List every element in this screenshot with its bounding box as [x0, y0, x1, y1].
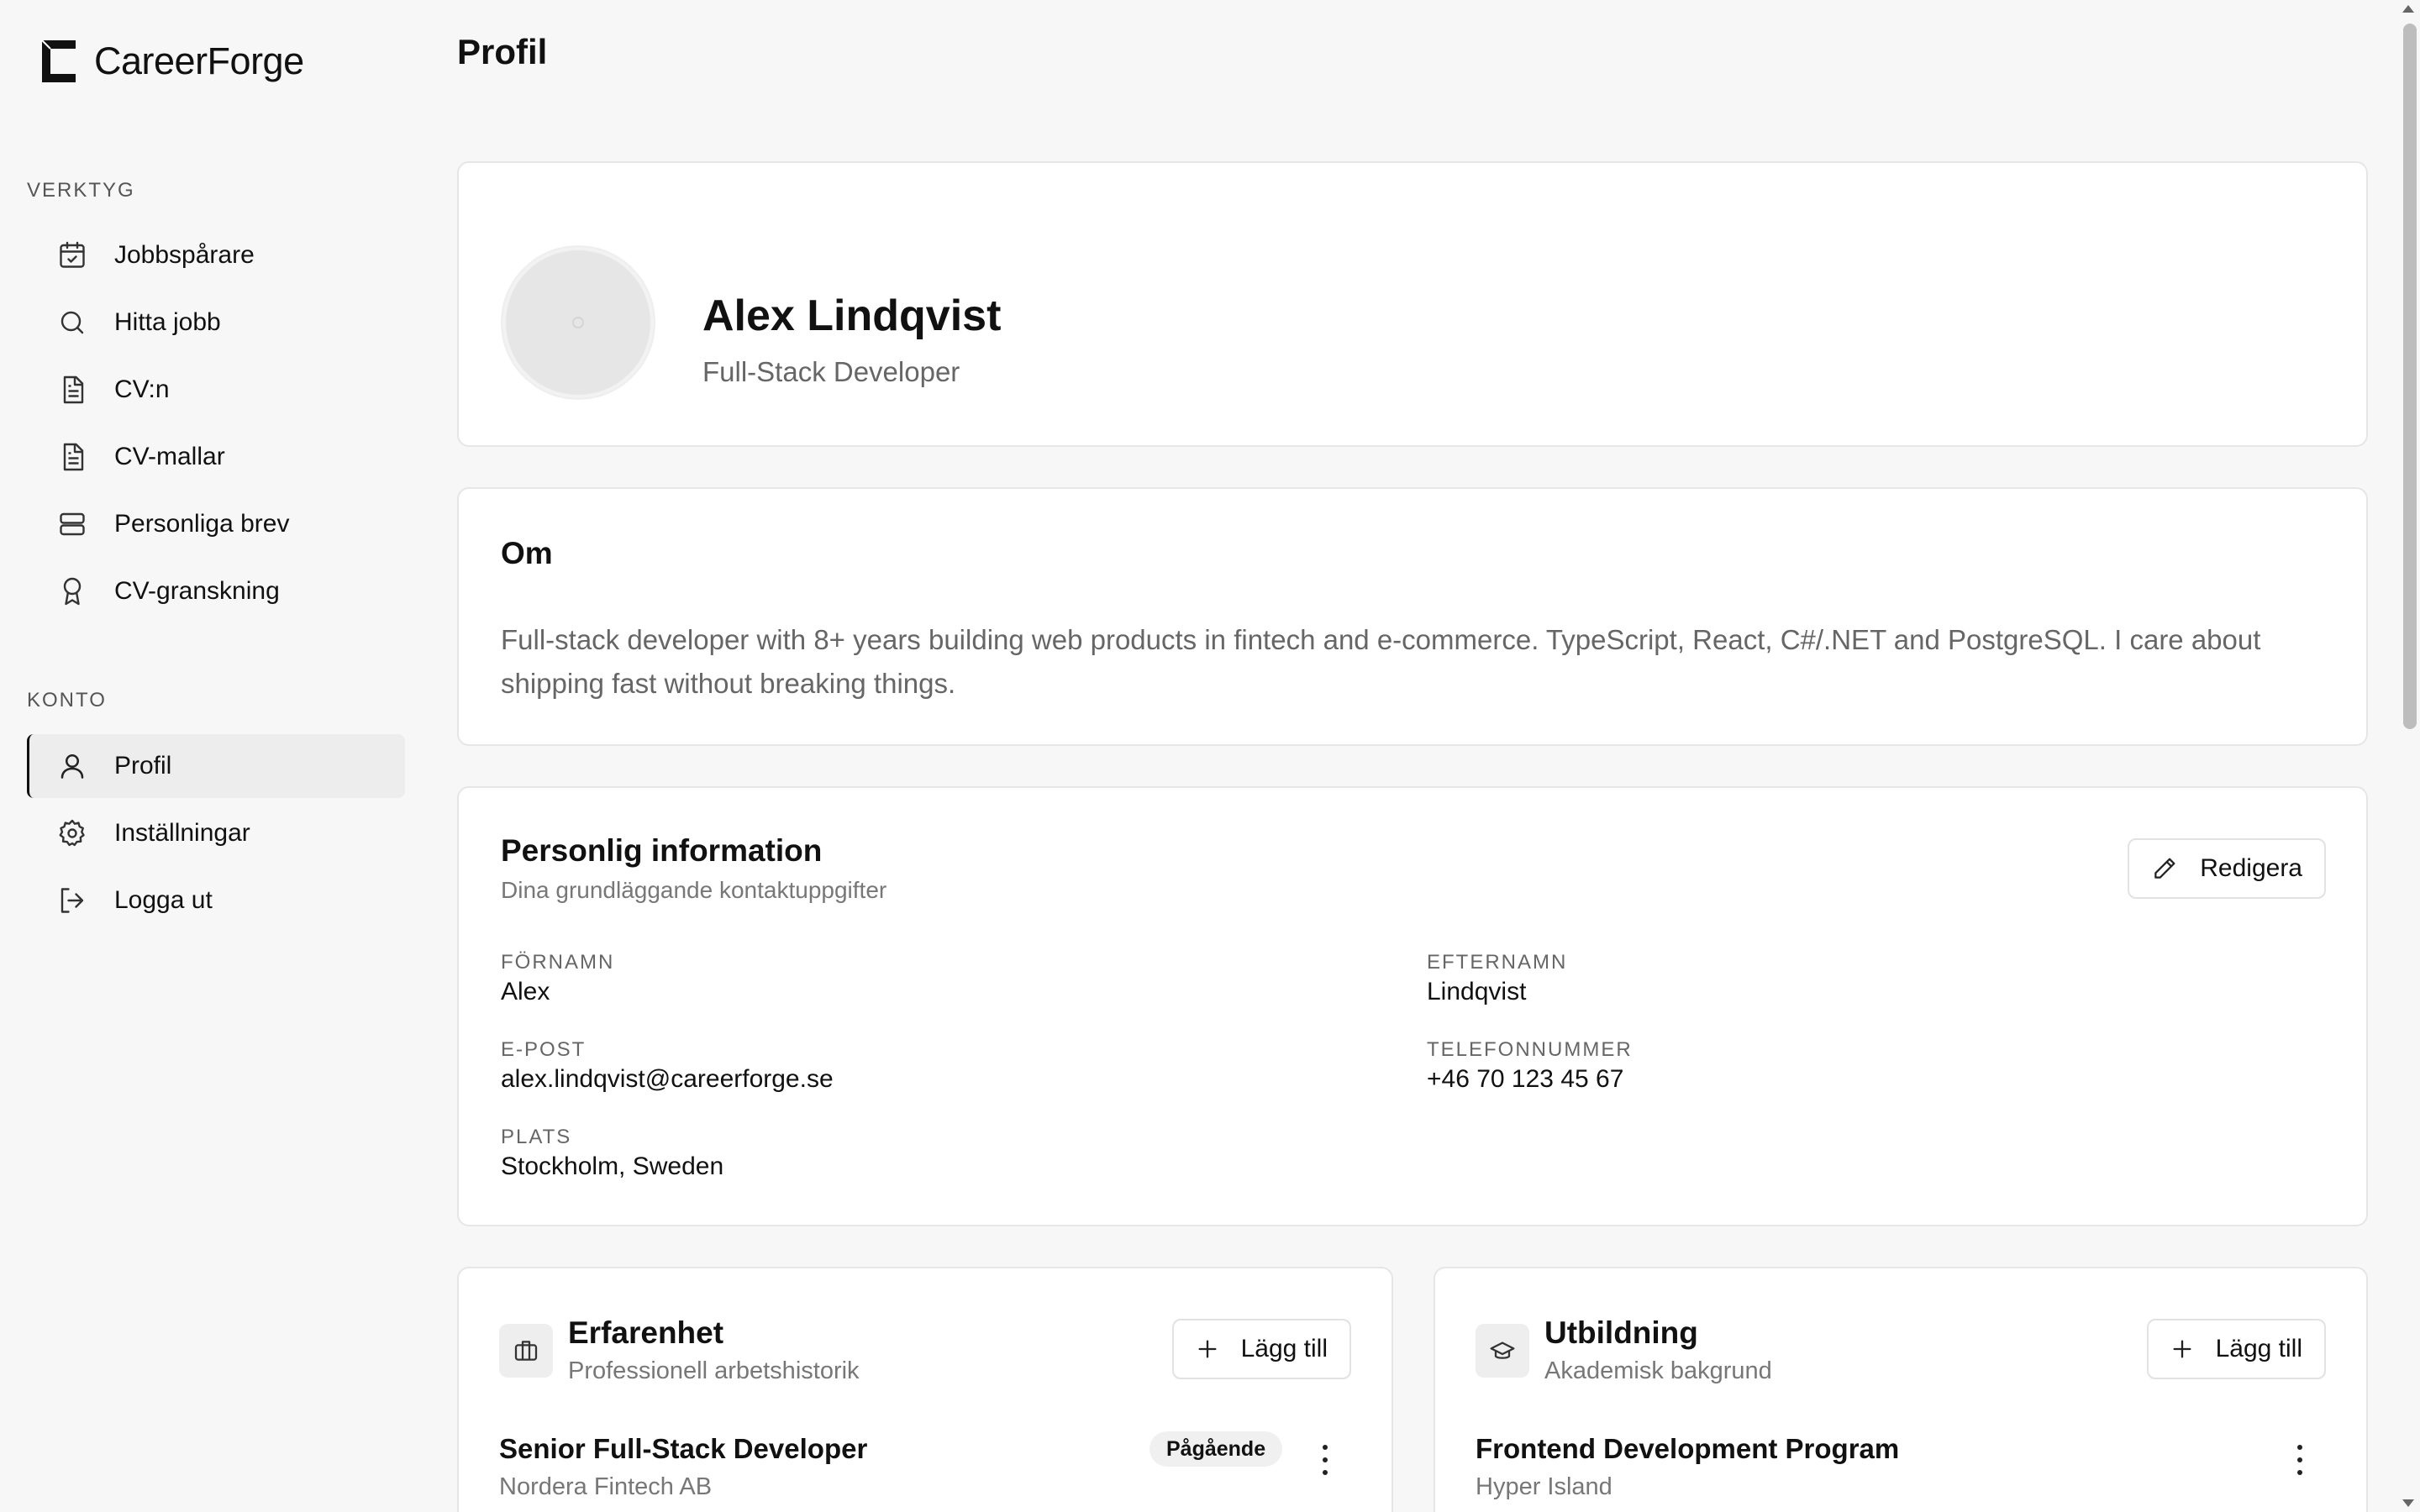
- sidebar-item-cover-letters[interactable]: Personliga brev: [27, 492, 405, 556]
- profile-name: Alex Lindqvist: [702, 291, 1002, 340]
- last-name-value: Lindqvist: [1427, 978, 1527, 1005]
- experience-entry-title: Senior Full-Stack Developer: [499, 1433, 868, 1464]
- scroll-up-icon[interactable]: [2402, 5, 2414, 13]
- user-icon: [55, 749, 89, 783]
- letters-icon: [55, 507, 89, 541]
- edit-button-label: Redigera: [2200, 854, 2302, 882]
- sidebar-item-find-jobs[interactable]: Hitta jobb: [27, 291, 405, 354]
- avatar[interactable]: [502, 247, 654, 398]
- sidebar-item-label: CV-granskning: [114, 577, 280, 605]
- add-experience-button[interactable]: Lägg till: [1171, 1319, 1351, 1379]
- phone-value: +46 70 123 45 67: [1427, 1065, 1624, 1093]
- calendar-check-icon: [55, 239, 89, 272]
- about-title: Om: [501, 536, 553, 570]
- email-label: E-POST: [501, 1038, 587, 1061]
- sidebar-item-label: Jobbspårare: [114, 241, 255, 269]
- graduation-cap-icon: [1476, 1324, 1529, 1378]
- brand-name: CareerForge: [94, 39, 304, 82]
- nav-section-account: KONTO: [27, 689, 107, 711]
- logout-icon: [55, 884, 89, 917]
- about-text: Full-stack developer with 8+ years build…: [501, 624, 2261, 699]
- phone-label: TELEFONNUMMER: [1427, 1038, 1633, 1061]
- location-label: PLATS: [501, 1126, 572, 1148]
- sidebar-item-label: CV:n: [114, 375, 170, 403]
- sidebar-item-label: Personliga brev: [114, 510, 290, 538]
- award-icon: [55, 575, 89, 608]
- education-entry-title: Frontend Development Program: [1476, 1433, 1900, 1464]
- experience-title: Erfarenhet: [568, 1315, 724, 1350]
- email-value: alex.lindqvist@careerforge.se: [501, 1065, 834, 1093]
- sidebar-item-label: Profil: [114, 752, 172, 780]
- experience-subtitle: Professionell arbetshistorik: [568, 1357, 860, 1384]
- experience-card: Erfarenhet Professionell arbetshistorik …: [457, 1267, 1393, 1512]
- sidebar-item-profile[interactable]: Profil: [27, 734, 405, 798]
- first-name-label: FÖRNAMN: [501, 951, 615, 974]
- profile-header-card: Alex Lindqvist Full-Stack Developer: [457, 161, 2368, 447]
- scrollbar-thumb[interactable]: [2403, 24, 2417, 729]
- location-value: Stockholm, Sweden: [501, 1152, 724, 1180]
- brand-logo[interactable]: CareerForge: [39, 37, 304, 86]
- education-entry-school: Hyper Island: [1476, 1473, 1612, 1500]
- sidebar-item-cv-templates[interactable]: CV-mallar: [27, 425, 405, 489]
- gear-icon: [55, 816, 89, 850]
- personal-info-subtitle: Dina grundläggande kontaktuppgifter: [501, 877, 887, 903]
- personal-info-title: Personlig information: [501, 833, 823, 868]
- sidebar: CareerForge VERKTYG Jobbspårare Hitta jo…: [0, 0, 420, 1512]
- sidebar-item-label: Logga ut: [114, 886, 213, 914]
- avatar-placeholder-icon: [572, 317, 584, 328]
- add-experience-label: Lägg till: [1240, 1335, 1328, 1362]
- briefcase-icon: [499, 1324, 553, 1378]
- search-icon: [55, 306, 89, 339]
- sidebar-item-label: CV-mallar: [114, 443, 225, 470]
- profile-role: Full-Stack Developer: [702, 356, 960, 387]
- careerforge-logo-icon: [41, 39, 76, 82]
- sidebar-item-label: Hitta jobb: [114, 308, 221, 336]
- add-education-button[interactable]: Lägg till: [2146, 1319, 2326, 1379]
- sidebar-item-cv-review[interactable]: CV-granskning: [27, 559, 405, 623]
- pencil-icon: [2151, 855, 2178, 882]
- education-subtitle: Akademisk bakgrund: [1544, 1357, 1772, 1384]
- sidebar-item-label: Inställningar: [114, 819, 250, 847]
- page-title: Profil: [457, 32, 548, 71]
- more-options-icon[interactable]: [2296, 1445, 2304, 1475]
- edit-button[interactable]: Redigera: [2128, 838, 2326, 899]
- status-badge: Pågående: [1150, 1431, 1283, 1467]
- document-icon: [55, 440, 89, 474]
- more-options-icon[interactable]: [1321, 1445, 1329, 1475]
- sidebar-item-logout[interactable]: Logga ut: [27, 869, 405, 932]
- personal-info-card: Personlig information Dina grundläggande…: [457, 786, 2368, 1226]
- plus-icon: [1196, 1337, 1219, 1361]
- first-name-value: Alex: [501, 978, 550, 1005]
- sidebar-item-settings[interactable]: Inställningar: [27, 801, 405, 865]
- add-education-label: Lägg till: [2215, 1335, 2302, 1362]
- last-name-label: EFTERNAMN: [1427, 951, 1568, 974]
- document-icon: [55, 373, 89, 407]
- plus-icon: [2170, 1337, 2194, 1361]
- education-card: Utbildning Akademisk bakgrund Lägg till …: [1434, 1267, 2368, 1512]
- sidebar-item-job-tracker[interactable]: Jobbspårare: [27, 223, 405, 287]
- education-title: Utbildning: [1544, 1315, 1698, 1350]
- sidebar-item-cvs[interactable]: CV:n: [27, 358, 405, 422]
- nav-section-tools: VERKTYG: [27, 179, 135, 202]
- about-card: Om Full-stack developer with 8+ years bu…: [457, 487, 2368, 746]
- experience-entry-company: Nordera Fintech AB: [499, 1473, 713, 1500]
- scrollbar[interactable]: [2396, 0, 2420, 1512]
- scroll-down-icon[interactable]: [2402, 1499, 2414, 1507]
